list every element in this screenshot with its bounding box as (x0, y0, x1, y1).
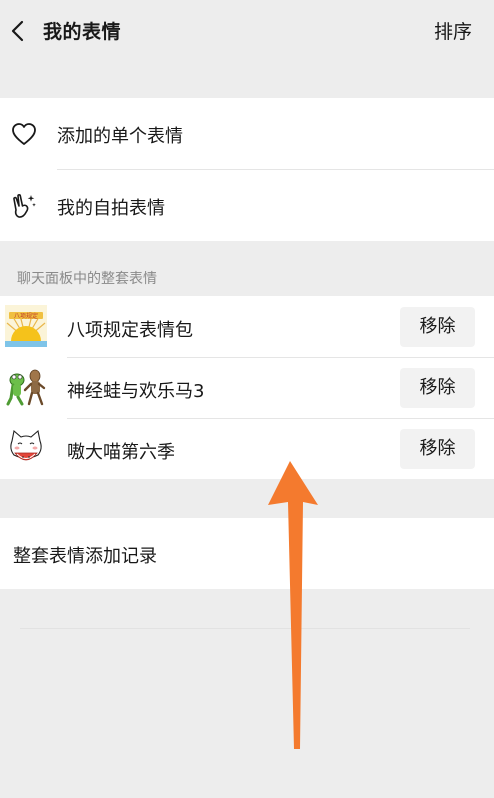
remove-button[interactable]: 移除 (400, 429, 475, 469)
frog-horse-sticker-thumbnail (5, 366, 47, 408)
added-single-stickers-item[interactable]: 添加的单个表情 (0, 98, 494, 170)
sticker-set-history-item[interactable]: 整套表情添加记录 (0, 518, 494, 589)
cat-sticker-thumbnail (5, 427, 47, 469)
section-label: 聊天面板中的整套表情 (17, 271, 157, 287)
remove-button[interactable]: 移除 (400, 368, 475, 408)
divider-line (20, 628, 470, 629)
back-arrow-icon[interactable] (6, 16, 32, 46)
sticker-set-row[interactable]: 八项规定 八项规定表情包 移除 (0, 296, 494, 358)
my-selfie-stickers-item[interactable]: 我的自拍表情 (0, 170, 494, 241)
sun-sticker-thumbnail: 八项规定 (5, 305, 47, 347)
my-selfie-stickers-label: 我的自拍表情 (57, 198, 165, 219)
sort-button[interactable]: 排序 (434, 17, 472, 44)
sticker-set-history-label: 整套表情添加记录 (13, 546, 157, 567)
remove-button[interactable]: 移除 (400, 307, 475, 347)
page-title: 我的表情 (43, 21, 122, 43)
up-arrow-annotation-icon (268, 461, 318, 749)
added-single-stickers-label: 添加的单个表情 (57, 126, 183, 147)
heart-outline-icon (12, 123, 36, 145)
sticker-set-row[interactable]: 嗷大喵第六季 移除 (0, 418, 494, 479)
sticker-set-name: 神经蛙与欢乐马3 (67, 381, 205, 402)
top-bar: 我的表情 排序 (0, 0, 494, 62)
victory-hand-icon (13, 194, 36, 218)
sticker-sets-group: 八项规定 八项规定表情包 移除 神经蛙与欢乐马3 移除 嗷大喵第六季 移除 (0, 296, 494, 479)
sticker-set-name: 嗷大喵第六季 (67, 442, 175, 463)
personal-stickers-group: 添加的单个表情 我的自拍表情 (0, 98, 494, 241)
thumbnail-text: 八项规定 (14, 312, 38, 320)
sticker-set-row[interactable]: 神经蛙与欢乐马3 移除 (0, 357, 494, 419)
sticker-set-name: 八项规定表情包 (67, 320, 193, 341)
